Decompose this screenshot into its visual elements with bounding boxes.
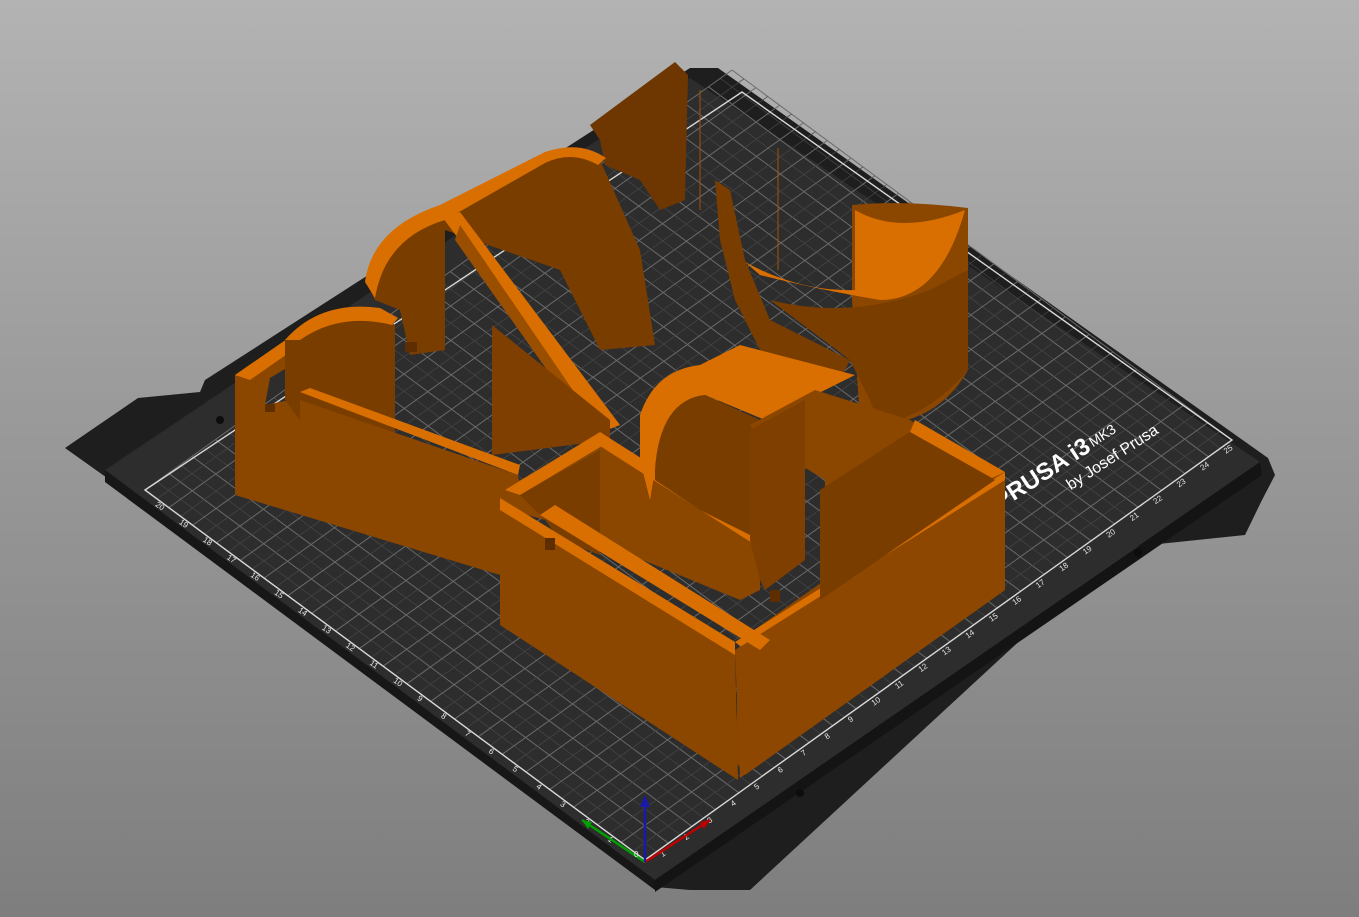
bed-hole [216, 416, 224, 424]
model-notch [405, 342, 417, 352]
model-notch [265, 404, 275, 412]
bed-hole [796, 789, 804, 797]
model-notch [545, 538, 555, 550]
3d-viewport[interactable]: 1234567891011121314151617181920212223242… [0, 0, 1359, 917]
origin-label: 0 [634, 850, 639, 859]
scene-canvas[interactable]: 1234567891011121314151617181920212223242… [0, 0, 1359, 917]
model-box-inner-wall [750, 400, 805, 590]
bed-hole [1134, 549, 1142, 557]
model-notch [770, 590, 780, 602]
